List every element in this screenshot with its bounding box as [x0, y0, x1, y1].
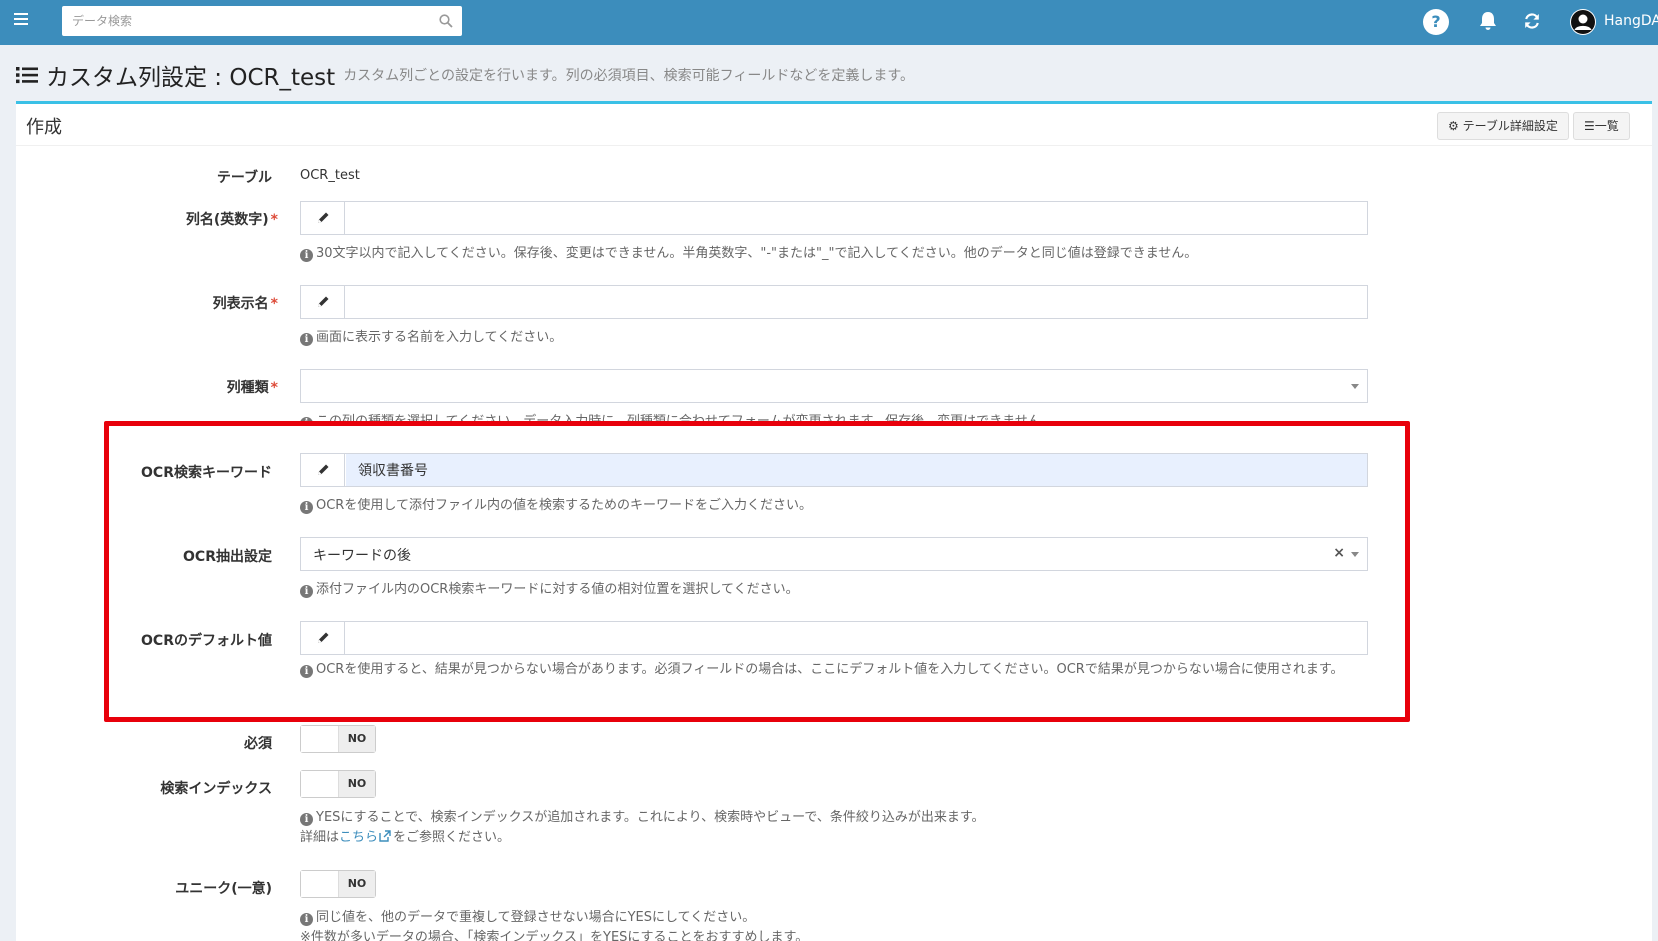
- info-icon: i: [300, 333, 313, 346]
- column-name-label: 列名(英数字) *: [185, 212, 278, 228]
- info-icon: i: [300, 913, 313, 926]
- menu-icon[interactable]: [14, 13, 28, 26]
- unique-help: i 同じ値を、他のデータで重複して登録させない場合にYESにしてください。: [300, 906, 755, 926]
- display-name-help: i 画面に表示する名前を入力してください。: [300, 326, 562, 346]
- table-value: OCR_test: [300, 168, 360, 183]
- column-name-addon: [301, 202, 345, 234]
- highlight-frame: [104, 421, 1410, 722]
- display-name-group: [300, 285, 1368, 319]
- page-header: カスタム列設定 : OCR_test カスタム列ごとの設定を行います。列の必須項目…: [16, 58, 914, 92]
- search-index-label: 検索インデックス: [160, 781, 272, 797]
- list-button-label: 一覧: [1594, 119, 1619, 133]
- search-input[interactable]: [72, 6, 422, 36]
- search-box: [62, 6, 462, 36]
- column-type-label: 列種類 *: [226, 380, 278, 396]
- info-icon: i: [300, 249, 313, 262]
- toggle-handle: [301, 871, 339, 897]
- page-subtitle: カスタム列ごとの設定を行います。列の必須項目、検索可能フィールドなどを定義します…: [343, 68, 914, 84]
- toggle-handle: [301, 771, 339, 797]
- pencil-icon: [318, 212, 329, 223]
- display-name-label: 列表示名 *: [212, 296, 278, 312]
- help-icon[interactable]: ?: [1423, 9, 1449, 35]
- unique-toggle[interactable]: NO: [300, 870, 376, 898]
- display-name-input[interactable]: [346, 286, 1367, 318]
- table-settings-label: テーブル詳細設定: [1462, 119, 1558, 133]
- required-label: 必須: [244, 736, 272, 752]
- column-name-input[interactable]: [346, 202, 1367, 234]
- user-name[interactable]: HangDA: [1604, 13, 1658, 29]
- toggle-state: NO: [339, 771, 375, 797]
- search-index-help: i YESにすることで、検索インデックスが追加されます。これにより、検索時やビュー…: [300, 806, 985, 826]
- column-type-select[interactable]: [300, 369, 1368, 403]
- unique-label: ユニーク(一意): [175, 881, 272, 897]
- external-link-icon[interactable]: [379, 830, 391, 842]
- column-name-group: [300, 201, 1368, 235]
- list-button[interactable]: ☰一覧: [1573, 112, 1630, 140]
- list-icon: ☰: [1584, 119, 1595, 133]
- unique-help-2: ※件数が多いデータの場合、「検索インデックス」をYESにすることをおすすめします…: [300, 930, 809, 941]
- page-title: カスタム列設定 : OCR_test: [46, 65, 336, 91]
- details-link[interactable]: こちら: [339, 830, 378, 845]
- search-icon[interactable]: [439, 14, 453, 28]
- caret-down-icon: [1351, 384, 1359, 389]
- refresh-icon[interactable]: [1522, 11, 1542, 31]
- required-toggle[interactable]: NO: [300, 725, 376, 753]
- info-icon: i: [300, 813, 313, 826]
- box-header: 作成 ⚙ テーブル詳細設定 ☰一覧: [16, 104, 1652, 146]
- table-settings-button[interactable]: ⚙ テーブル詳細設定: [1437, 112, 1569, 140]
- bell-icon[interactable]: [1477, 10, 1499, 32]
- search-index-toggle[interactable]: NO: [300, 770, 376, 798]
- box-title: 作成: [26, 117, 62, 138]
- search-index-help-2: 詳細はこちら をご参照ください。: [300, 830, 511, 845]
- avatar[interactable]: [1570, 9, 1596, 35]
- toggle-state: NO: [339, 871, 375, 897]
- toggle-handle: [301, 726, 339, 752]
- table-label: テーブル: [216, 170, 272, 186]
- display-name-addon: [301, 286, 345, 318]
- pencil-icon: [318, 296, 329, 307]
- top-navbar: ? HangDA: [0, 0, 1658, 45]
- user-icon: [1571, 10, 1595, 34]
- gear-icon: ⚙: [1448, 119, 1459, 133]
- column-name-help: i 30文字以内で記入してください。保存後、変更はできません。半角英数字、"-"ま…: [300, 242, 1197, 262]
- list-icon: [16, 67, 38, 84]
- toggle-state: NO: [339, 726, 375, 752]
